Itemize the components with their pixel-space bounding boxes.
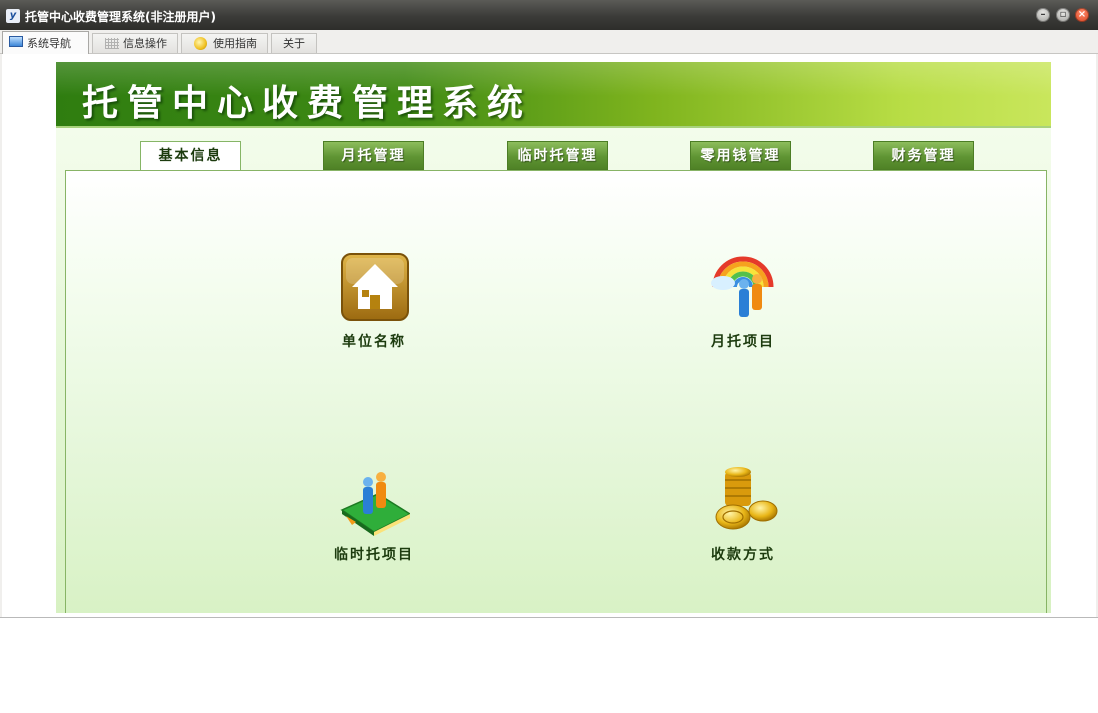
banner-title: 托管中心收费管理系统	[82, 83, 533, 124]
minimize-button[interactable]: –	[1036, 8, 1050, 22]
tab-label: 信息操作	[123, 37, 167, 50]
tab-user-guide[interactable]: 使用指南	[181, 33, 268, 53]
tab-label: 系统导航	[27, 37, 71, 50]
tab-system-navigation[interactable]: 系统导航	[2, 31, 89, 54]
book-people-icon	[338, 464, 412, 536]
tab-label: 关于	[283, 37, 305, 50]
app-logo-icon: y	[6, 9, 20, 23]
tab-finance[interactable]: 财务管理	[873, 141, 974, 170]
guide-globe-icon	[194, 37, 207, 50]
minimize-icon: –	[1040, 9, 1046, 20]
grid-icon	[105, 38, 119, 49]
gold-coins-icon	[707, 464, 779, 536]
banner-divider	[56, 126, 1051, 128]
toolbar-tab-strip: 系统导航 信息操作 使用指南 关于	[0, 30, 1098, 54]
item-label: 月托项目	[711, 334, 775, 350]
item-unit-name[interactable]: 单位名称	[294, 251, 454, 351]
title-bar[interactable]: y 托管中心收费管理系统(非注册用户) – ▫ ×	[0, 0, 1098, 30]
tab-label: 使用指南	[213, 37, 257, 50]
rainbow-people-icon	[707, 251, 779, 323]
item-monthly-projects[interactable]: 月托项目	[663, 251, 823, 351]
tab-monthly-care[interactable]: 月托管理	[323, 141, 424, 170]
tab-info-operations[interactable]: 信息操作	[92, 33, 178, 53]
close-button[interactable]: ×	[1075, 8, 1089, 22]
item-label: 临时托项目	[334, 547, 414, 563]
tab-temporary-care[interactable]: 临时托管理	[507, 141, 608, 170]
app-window: y 托管中心收费管理系统(非注册用户) – ▫ × 系统导航 信息操作 使用指南…	[0, 0, 1098, 618]
house-icon	[338, 251, 410, 323]
main-panel: 托管中心收费管理系统 基本信息 月托管理 临时托管理 零用钱管理 财务管理 单位…	[56, 62, 1051, 613]
item-temporary-projects[interactable]: 临时托项目	[294, 464, 454, 564]
nav-window-icon	[9, 36, 23, 47]
item-payment-methods[interactable]: 收款方式	[663, 464, 823, 564]
maximize-icon: ▫	[1059, 9, 1067, 20]
tab-about[interactable]: 关于	[271, 33, 317, 53]
close-icon: ×	[1077, 9, 1087, 20]
tab-pocket-money[interactable]: 零用钱管理	[690, 141, 791, 170]
tab-content-box	[65, 170, 1047, 613]
maximize-button[interactable]: ▫	[1056, 8, 1070, 22]
window-title: 托管中心收费管理系统(非注册用户)	[25, 10, 216, 24]
banner: 托管中心收费管理系统	[56, 62, 1051, 126]
item-label: 收款方式	[711, 547, 775, 563]
tab-basic-info[interactable]: 基本信息	[140, 141, 241, 172]
item-label: 单位名称	[342, 334, 406, 350]
